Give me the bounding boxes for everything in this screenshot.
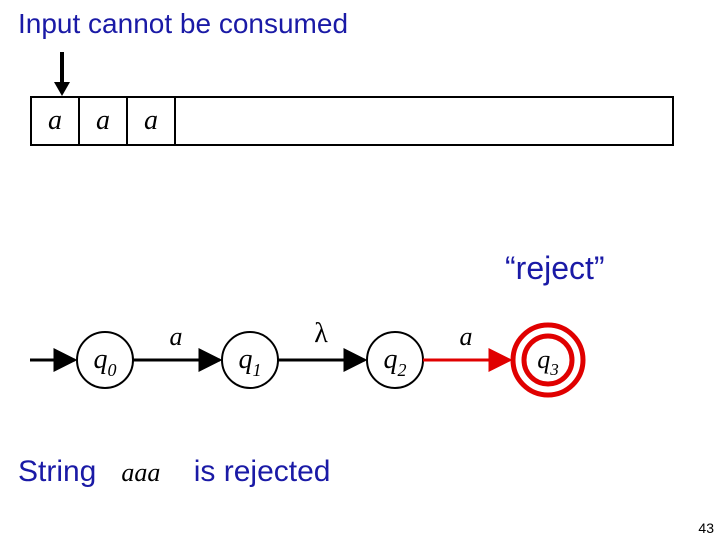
input-tape: a a a (30, 96, 674, 146)
transition-label: λ (314, 318, 328, 349)
tape-cell-empty (176, 98, 672, 144)
tape-cell: a (128, 98, 176, 144)
input-pointer-arrow (50, 50, 74, 96)
transition-label: a (460, 322, 473, 351)
state-q0: q0 (77, 332, 133, 388)
slide-title: Input cannot be consumed (18, 8, 348, 40)
state-q3-final: q3 (513, 325, 583, 395)
reject-label: “reject” (505, 250, 605, 287)
result-sentence: String aaa is rejected (18, 455, 330, 489)
result-prefix: String (18, 455, 96, 488)
state-q1: q1 (222, 332, 278, 388)
tape-cell: a (32, 98, 80, 144)
result-suffix: is rejected (194, 455, 331, 488)
tape-cell: a (80, 98, 128, 144)
result-string: aaa (121, 458, 160, 487)
slide-number: 43 (698, 520, 714, 536)
transition-label: a (170, 322, 183, 351)
state-diagram: q0 a q1 λ q2 a q3 (20, 300, 700, 420)
state-q2: q2 (367, 332, 423, 388)
